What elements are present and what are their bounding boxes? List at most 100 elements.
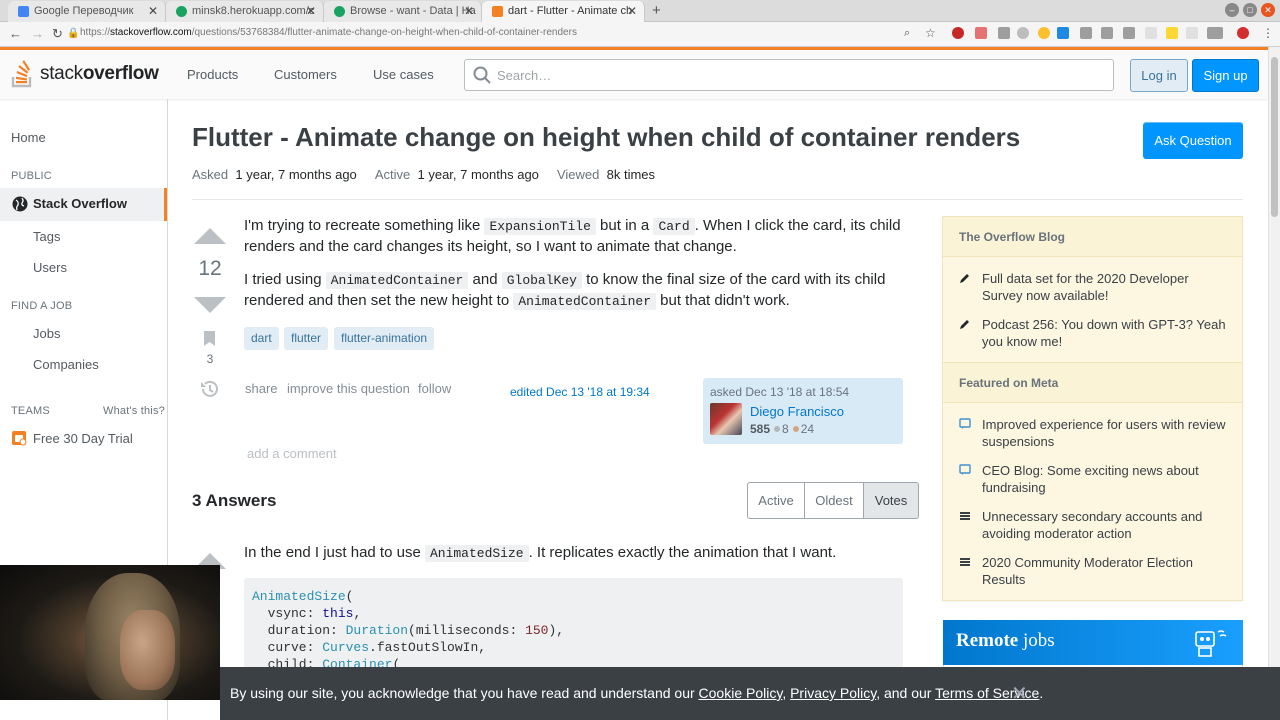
minimize-icon[interactable]: –: [1225, 3, 1239, 17]
sidebar-heading-public: PUBLIC: [11, 170, 52, 182]
sort-oldest-tab[interactable]: Oldest: [804, 482, 864, 519]
search-input[interactable]: [497, 65, 1097, 85]
webcam-overlay: [0, 565, 220, 700]
zoom-icon[interactable]: ⌕: [904, 27, 910, 40]
avatar[interactable]: [710, 403, 742, 435]
owner-card: asked Dec 13 '18 at 18:54 Diego Francisc…: [703, 378, 903, 444]
question-title[interactable]: Flutter - Animate change on height when …: [192, 122, 1020, 153]
extension-icon[interactable]: [1186, 27, 1198, 39]
tag-flutter-animation[interactable]: flutter-animation: [334, 327, 435, 350]
text: . It replicates exactly the animation th…: [528, 544, 837, 561]
cookie-policy-link[interactable]: Cookie Policy: [699, 685, 783, 701]
bookmark-star-icon[interactable]: ☆: [925, 26, 936, 40]
extension-icon[interactable]: [1057, 27, 1069, 39]
browser-tab-active[interactable]: dart - Flutter - Animate ch ✕: [482, 1, 645, 22]
extension-icon[interactable]: [1237, 27, 1249, 39]
speech-bubble-icon: [959, 418, 971, 429]
tag-dart[interactable]: dart: [244, 327, 279, 350]
tag-flutter[interactable]: flutter: [284, 327, 329, 350]
improve-question-link[interactable]: improve this question: [287, 381, 410, 396]
stackoverflow-logo[interactable]: stackoverflow: [10, 58, 159, 90]
maximize-icon[interactable]: □: [1243, 3, 1257, 17]
sidebar-item-stack-overflow[interactable]: Stack Overflow: [0, 188, 167, 221]
add-comment-link[interactable]: add a comment: [247, 446, 337, 461]
blog-item-link[interactable]: Full data set for the 2020 Developer Sur…: [982, 271, 1189, 303]
bookmark-icon[interactable]: [203, 330, 216, 347]
meta-item[interactable]: 2020 Community Moderator Election Result…: [959, 554, 1231, 588]
reload-icon[interactable]: ↻: [52, 26, 63, 42]
page-scrollbar[interactable]: [1268, 47, 1280, 667]
browser-tab[interactable]: Google Переводчик ✕: [8, 1, 166, 22]
close-tab-icon[interactable]: ✕: [464, 4, 474, 18]
close-icon[interactable]: ✕: [1011, 681, 1028, 706]
browser-tab[interactable]: Browse - want - Data | Ha ✕: [324, 1, 482, 22]
login-button[interactable]: Log in: [1130, 59, 1188, 92]
browser-tab[interactable]: minsk8.herokuapp.com/c ✕: [166, 1, 324, 22]
sidebar-item-free-trial[interactable]: Free 30 Day Trial: [33, 431, 133, 446]
signup-button[interactable]: Sign up: [1192, 59, 1259, 92]
history-icon[interactable]: [200, 380, 220, 398]
sort-active-tab[interactable]: Active: [747, 482, 805, 519]
close-window-icon[interactable]: ✕: [1261, 3, 1275, 17]
nav-products[interactable]: Products: [187, 67, 238, 82]
downvote-icon[interactable]: [194, 297, 226, 313]
divider: [192, 199, 1243, 200]
extension-icon[interactable]: [1145, 27, 1157, 39]
extension-icon[interactable]: [1123, 27, 1135, 39]
blog-item-link[interactable]: Podcast 256: You down with GPT-3? Yeah y…: [982, 317, 1226, 349]
extension-icon[interactable]: [1017, 27, 1029, 39]
sidebar-item-users[interactable]: Users: [33, 260, 67, 275]
meta-item[interactable]: Unnecessary secondary accounts and avoid…: [959, 508, 1231, 542]
close-tab-icon[interactable]: ✕: [306, 4, 316, 18]
ask-question-button[interactable]: Ask Question: [1143, 122, 1243, 159]
close-tab-icon[interactable]: ✕: [148, 4, 158, 18]
extension-icon[interactable]: [1166, 27, 1178, 39]
nav-use-cases[interactable]: Use cases: [373, 67, 434, 82]
extension-icon[interactable]: [1080, 27, 1092, 39]
remote-jobs-text: jobs: [1018, 630, 1055, 651]
sidebar-item-jobs[interactable]: Jobs: [33, 326, 60, 341]
extension-icon[interactable]: [998, 27, 1010, 39]
meta-item-link[interactable]: CEO Blog: Some exciting news about fundr…: [982, 463, 1199, 495]
follow-link[interactable]: follow: [418, 381, 451, 396]
active-label: Active: [374, 167, 411, 182]
extension-icon[interactable]: [1038, 27, 1050, 39]
sort-votes-tab[interactable]: Votes: [863, 482, 919, 519]
extension-icon[interactable]: [975, 27, 987, 39]
forward-icon[interactable]: →: [31, 26, 44, 41]
inline-code: GlobalKey: [501, 272, 582, 289]
meta-item-link[interactable]: Unnecessary secondary accounts and avoid…: [982, 509, 1202, 541]
active-value[interactable]: 1 year, 7 months ago: [418, 167, 539, 182]
meta-item[interactable]: Improved experience for users with revie…: [959, 416, 1231, 450]
extension-icon[interactable]: [1207, 27, 1223, 39]
privacy-policy-link[interactable]: Privacy Policy: [790, 685, 876, 701]
new-tab-icon[interactable]: +: [652, 2, 661, 19]
browser-menu-icon[interactable]: ⋮: [1262, 26, 1274, 40]
code-token: curve:: [252, 640, 323, 655]
answer-code-block: AnimatedSize( vsync: this, duration: Dur…: [244, 578, 903, 668]
meta-item-link[interactable]: Improved experience for users with revie…: [982, 417, 1226, 449]
blog-item[interactable]: Podcast 256: You down with GPT-3? Yeah y…: [959, 316, 1231, 350]
sidebar-item-home[interactable]: Home: [11, 130, 46, 145]
close-tab-icon[interactable]: ✕: [627, 4, 637, 18]
edited-link[interactable]: edited Dec 13 '18 at 19:34: [510, 385, 650, 399]
extension-icon[interactable]: [952, 27, 964, 39]
whats-this-link[interactable]: What's this?: [103, 405, 165, 417]
scrollbar-thumb[interactable]: [1271, 57, 1278, 217]
nav-customers[interactable]: Customers: [274, 67, 337, 82]
url-field[interactable]: https://stackoverflow.com/questions/5376…: [80, 27, 577, 38]
extension-icon[interactable]: [1101, 27, 1113, 39]
google-translate-icon: [18, 6, 29, 17]
blog-item[interactable]: Full data set for the 2020 Developer Sur…: [959, 270, 1231, 304]
url-path: /questions/53768384/flutter-animate-chan…: [191, 27, 577, 38]
share-link[interactable]: share: [245, 381, 278, 396]
meta-item[interactable]: CEO Blog: Some exciting news about fundr…: [959, 462, 1231, 496]
sidebar-item-companies[interactable]: Companies: [33, 357, 99, 372]
sidebar-item-tags[interactable]: Tags: [33, 229, 60, 244]
meta-item-link[interactable]: 2020 Community Moderator Election Result…: [982, 555, 1193, 587]
pencil-icon: [960, 320, 969, 329]
back-icon[interactable]: ←: [9, 26, 22, 41]
upvote-icon[interactable]: [194, 228, 226, 244]
remote-jobs-banner[interactable]: Remote jobs: [943, 620, 1243, 665]
user-name-link[interactable]: Diego Francisco: [750, 404, 844, 419]
